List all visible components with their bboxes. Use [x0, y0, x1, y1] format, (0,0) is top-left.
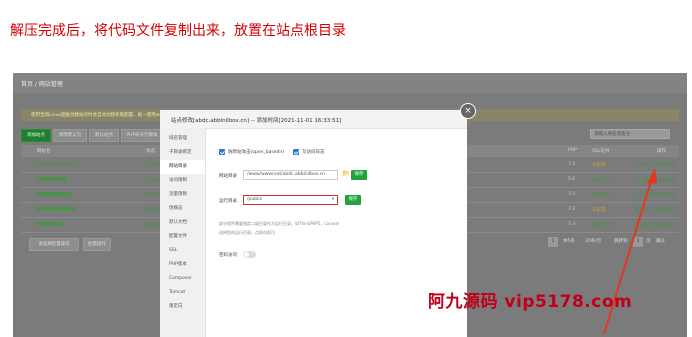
watermark-text: 阿九源码 vip5178.com: [428, 292, 633, 312]
arrow-head: [647, 168, 657, 184]
